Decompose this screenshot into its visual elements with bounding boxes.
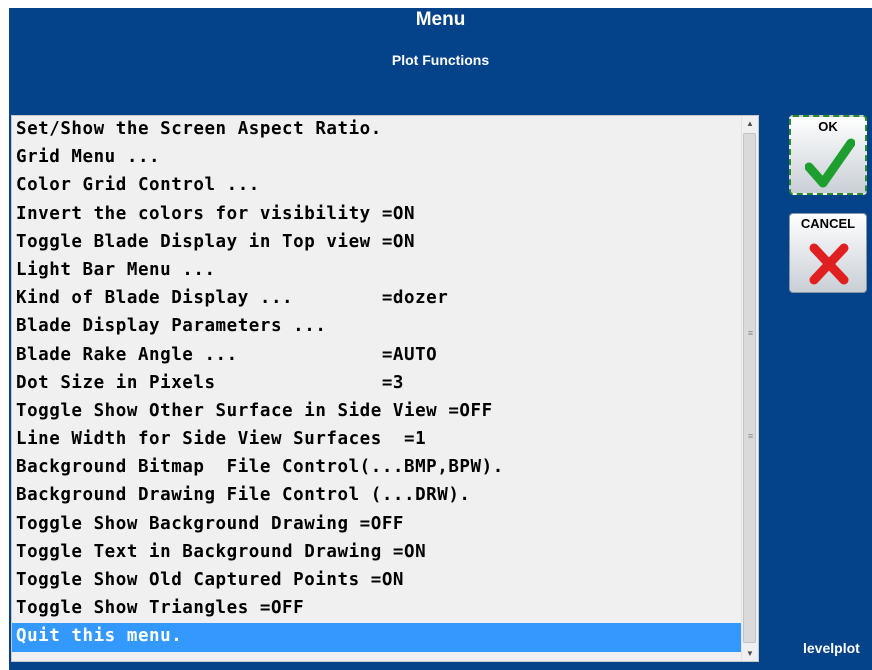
menu-items: Set/Show the Screen Aspect Ratio. Grid Me… [12, 116, 743, 652]
scroll-down-arrow-icon[interactable]: ▼ [742, 649, 758, 658]
vertical-scrollbar[interactable]: ▲ ≡ ≡ ▼ [741, 116, 758, 661]
ok-button-label: OK [818, 119, 838, 134]
menu-item[interactable]: Set/Show the Screen Aspect Ratio. [12, 116, 743, 144]
menu-listbox[interactable]: Set/Show the Screen Aspect Ratio. Grid Me… [11, 115, 759, 662]
brand-label: levelplot [803, 640, 860, 656]
grip-icon: ≡ [747, 328, 754, 338]
scroll-up-arrow-icon[interactable]: ▲ [742, 119, 758, 128]
ok-button[interactable]: OK [789, 115, 867, 195]
menu-item[interactable]: Background Drawing File Control (...DRW)… [12, 482, 743, 510]
cancel-button-label: CANCEL [800, 216, 856, 231]
menu-item[interactable]: Toggle Show Other Surface in Side View =… [12, 398, 743, 426]
menu-item[interactable]: Color Grid Control ... [12, 172, 743, 200]
grip-icon: ≡ [747, 431, 754, 441]
check-icon [805, 138, 855, 188]
menu-item[interactable]: Quit this menu. [12, 623, 743, 652]
x-icon [809, 243, 849, 285]
dialog-subtitle: Plot Functions [391, 52, 490, 68]
menu-item[interactable]: Toggle Text in Background Drawing =ON [12, 539, 743, 567]
menu-item[interactable]: Blade Display Parameters ... [12, 313, 743, 341]
menu-item[interactable]: Toggle Show Background Drawing =OFF [12, 511, 743, 539]
menu-item[interactable]: Toggle Show Triangles =OFF [12, 595, 743, 623]
menu-item[interactable]: Dot Size in Pixels =3 [12, 370, 743, 398]
menu-item[interactable]: Light Bar Menu ... [12, 257, 743, 285]
menu-item[interactable]: Line Width for Side View Surfaces =1 [12, 426, 743, 454]
dialog-title: Menu [415, 9, 466, 30]
menu-item[interactable]: Background Bitmap File Control(...BMP,BP… [12, 454, 743, 482]
menu-item[interactable]: Grid Menu ... [12, 144, 743, 172]
menu-item[interactable]: Toggle Show Old Captured Points =ON [12, 567, 743, 595]
scrollbar-thumb[interactable]: ≡ ≡ [743, 133, 756, 643]
menu-item[interactable]: Invert the colors for visibility =ON [12, 201, 743, 229]
cancel-button[interactable]: CANCEL [789, 213, 867, 293]
menu-item[interactable]: Blade Rake Angle ... =AUTO [12, 342, 743, 370]
menu-item[interactable]: Toggle Blade Display in Top view =ON [12, 229, 743, 257]
menu-item[interactable]: Kind of Blade Display ... =dozer [12, 285, 743, 313]
dialog-window: Menu Plot Functions Set/Show the Screen … [9, 8, 872, 670]
